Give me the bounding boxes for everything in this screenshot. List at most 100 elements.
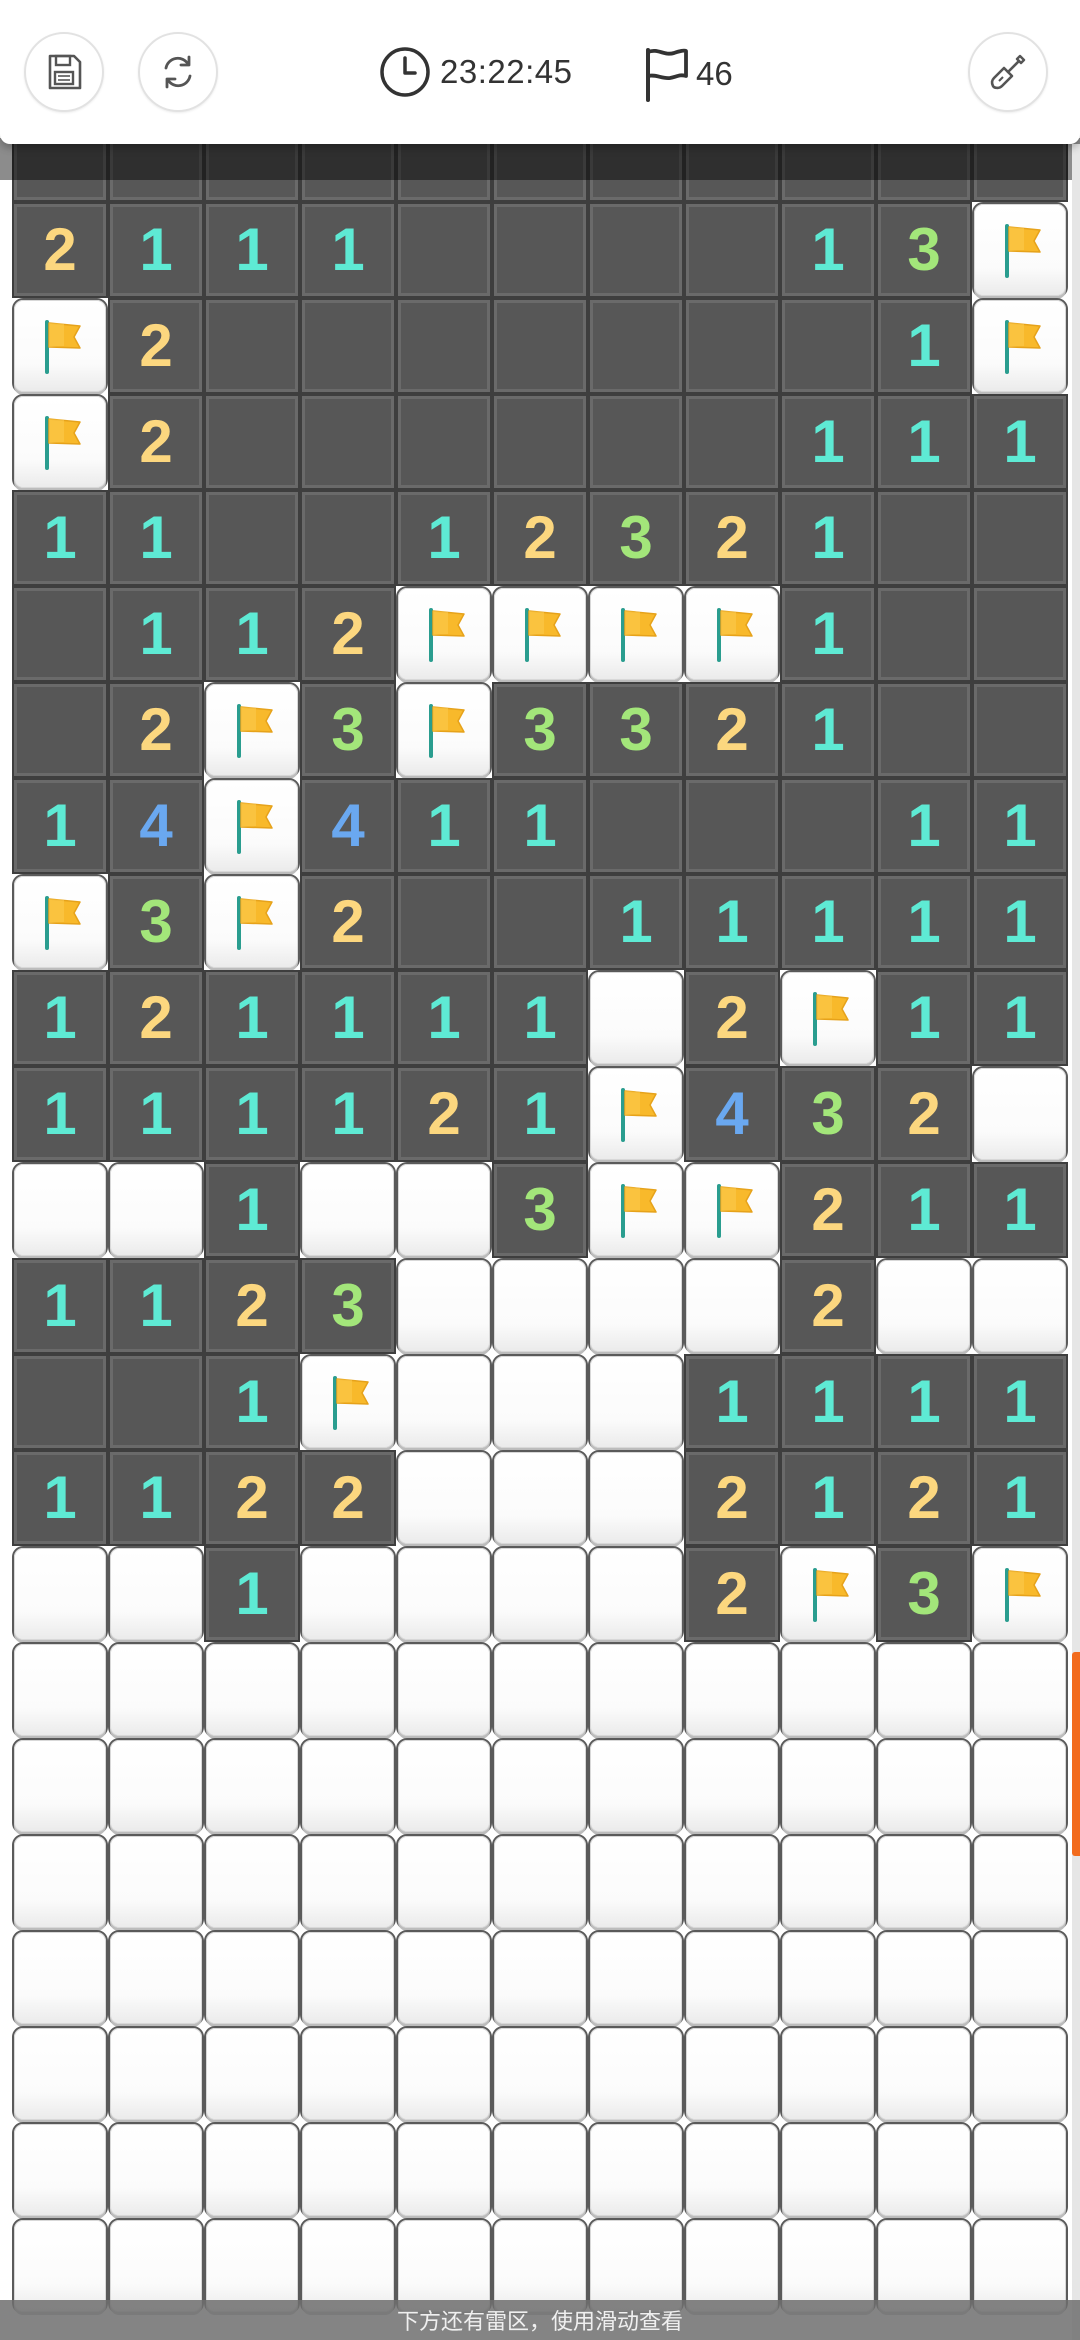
number-cell[interactable]: 2 <box>878 1452 970 1544</box>
number-cell[interactable]: 2 <box>206 1260 298 1352</box>
number-cell[interactable]: 1 <box>302 204 394 296</box>
hidden-cell[interactable] <box>494 1548 586 1640</box>
hidden-cell[interactable] <box>110 2124 202 2216</box>
number-cell[interactable]: 3 <box>590 684 682 776</box>
number-cell[interactable]: 2 <box>686 492 778 584</box>
empty-cell[interactable] <box>302 492 394 584</box>
empty-cell[interactable] <box>14 588 106 680</box>
empty-cell[interactable] <box>302 396 394 488</box>
number-cell[interactable]: 1 <box>686 876 778 968</box>
flagged-cell[interactable] <box>398 684 490 776</box>
hidden-cell[interactable] <box>14 1932 106 2024</box>
flagged-cell[interactable] <box>686 588 778 680</box>
hidden-cell[interactable] <box>974 1932 1066 2024</box>
hidden-cell[interactable] <box>494 2028 586 2120</box>
hidden-cell[interactable] <box>302 2220 394 2312</box>
number-cell[interactable]: 2 <box>110 396 202 488</box>
number-cell[interactable]: 1 <box>206 1164 298 1256</box>
flagged-cell[interactable] <box>974 204 1066 296</box>
empty-cell[interactable] <box>494 204 586 296</box>
hidden-cell[interactable] <box>590 1452 682 1544</box>
empty-cell[interactable] <box>398 876 490 968</box>
hidden-cell[interactable] <box>878 2028 970 2120</box>
hidden-cell[interactable] <box>110 1644 202 1736</box>
number-cell[interactable]: 2 <box>398 1068 490 1160</box>
empty-cell[interactable] <box>14 684 106 776</box>
hidden-cell[interactable] <box>398 1356 490 1448</box>
number-cell[interactable]: 2 <box>302 876 394 968</box>
scrollbar-track[interactable] <box>1072 144 1080 2340</box>
hidden-cell[interactable] <box>398 2220 490 2312</box>
hidden-cell[interactable] <box>686 2124 778 2216</box>
hidden-cell[interactable] <box>686 1740 778 1832</box>
number-cell[interactable]: 1 <box>494 780 586 872</box>
hidden-cell[interactable] <box>494 1452 586 1544</box>
hidden-cell[interactable] <box>398 1836 490 1928</box>
number-cell[interactable]: 2 <box>686 1452 778 1544</box>
number-cell[interactable]: 1 <box>110 204 202 296</box>
empty-cell[interactable] <box>782 780 874 872</box>
empty-cell[interactable] <box>974 684 1066 776</box>
number-cell[interactable]: 1 <box>110 1452 202 1544</box>
hidden-cell[interactable] <box>398 1644 490 1736</box>
hidden-cell[interactable] <box>686 1932 778 2024</box>
number-cell[interactable]: 1 <box>110 492 202 584</box>
hidden-cell[interactable] <box>14 2124 106 2216</box>
restart-button[interactable] <box>138 32 218 112</box>
number-cell[interactable]: 1 <box>302 972 394 1064</box>
number-cell[interactable]: 1 <box>398 780 490 872</box>
empty-cell[interactable] <box>590 204 682 296</box>
number-cell[interactable]: 2 <box>686 972 778 1064</box>
number-cell[interactable]: 1 <box>206 204 298 296</box>
empty-cell[interactable] <box>686 780 778 872</box>
hidden-cell[interactable] <box>782 2028 874 2120</box>
number-cell[interactable]: 2 <box>302 1452 394 1544</box>
hidden-cell[interactable] <box>494 1740 586 1832</box>
number-cell[interactable]: 1 <box>782 684 874 776</box>
hidden-cell[interactable] <box>686 1260 778 1352</box>
hidden-cell[interactable] <box>974 1740 1066 1832</box>
hidden-cell[interactable] <box>494 1644 586 1736</box>
number-cell[interactable]: 2 <box>782 1260 874 1352</box>
empty-cell[interactable] <box>878 588 970 680</box>
number-cell[interactable]: 1 <box>974 972 1066 1064</box>
hidden-cell[interactable] <box>206 1644 298 1736</box>
hidden-cell[interactable] <box>302 1932 394 2024</box>
hidden-cell[interactable] <box>302 1548 394 1640</box>
number-cell[interactable]: 1 <box>494 972 586 1064</box>
hidden-cell[interactable] <box>878 1260 970 1352</box>
number-cell[interactable]: 1 <box>110 1068 202 1160</box>
number-cell[interactable]: 1 <box>878 1164 970 1256</box>
number-cell[interactable]: 1 <box>110 1260 202 1352</box>
number-cell[interactable]: 3 <box>782 1068 874 1160</box>
number-cell[interactable]: 3 <box>302 1260 394 1352</box>
hidden-cell[interactable] <box>974 2220 1066 2312</box>
hidden-cell[interactable] <box>494 2124 586 2216</box>
hidden-cell[interactable] <box>398 2124 490 2216</box>
empty-cell[interactable] <box>398 300 490 392</box>
empty-cell[interactable] <box>878 492 970 584</box>
number-cell[interactable]: 2 <box>878 1068 970 1160</box>
number-cell[interactable]: 4 <box>110 780 202 872</box>
hidden-cell[interactable] <box>206 2124 298 2216</box>
hidden-cell[interactable] <box>974 1260 1066 1352</box>
number-cell[interactable]: 1 <box>494 1068 586 1160</box>
hidden-cell[interactable] <box>878 1836 970 1928</box>
number-cell[interactable]: 1 <box>686 1356 778 1448</box>
hidden-cell[interactable] <box>302 1740 394 1832</box>
empty-cell[interactable] <box>974 492 1066 584</box>
minefield-grid[interactable]: 2111132121111112321112123332114411113211… <box>14 138 1066 2340</box>
number-cell[interactable]: 1 <box>782 1356 874 1448</box>
number-cell[interactable]: 3 <box>878 1548 970 1640</box>
number-cell[interactable]: 2 <box>302 588 394 680</box>
hidden-cell[interactable] <box>302 2028 394 2120</box>
hidden-cell[interactable] <box>14 1164 106 1256</box>
number-cell[interactable]: 1 <box>782 396 874 488</box>
flagged-cell[interactable] <box>782 972 874 1064</box>
empty-cell[interactable] <box>302 300 394 392</box>
hidden-cell[interactable] <box>302 1164 394 1256</box>
hidden-cell[interactable] <box>974 1644 1066 1736</box>
empty-cell[interactable] <box>590 300 682 392</box>
flagged-cell[interactable] <box>590 1164 682 1256</box>
hidden-cell[interactable] <box>878 1740 970 1832</box>
